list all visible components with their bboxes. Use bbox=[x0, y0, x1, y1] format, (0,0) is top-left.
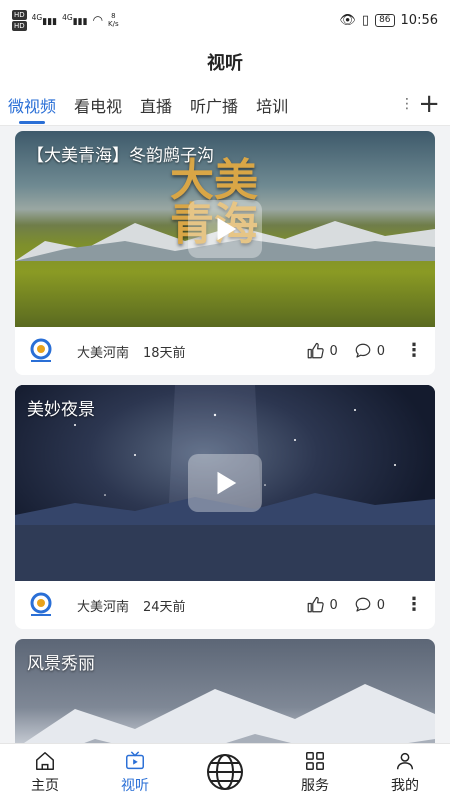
like-count: 0 bbox=[329, 343, 338, 359]
hd-label: HD bbox=[12, 9, 27, 20]
thumbs-up-icon bbox=[308, 342, 325, 359]
play-icon bbox=[217, 217, 237, 241]
grid-icon bbox=[306, 751, 324, 770]
signal-icon: 4G▮▮▮ bbox=[31, 13, 58, 27]
video-title: 美妙夜景 bbox=[27, 400, 95, 420]
video-title: 风景秀丽 bbox=[27, 654, 95, 674]
hd-indicator: HD HD bbox=[12, 9, 27, 31]
like-count: 0 bbox=[329, 597, 338, 613]
video-card[interactable]: 美妙夜景 大美河南 24天前 0 0 ⋮ bbox=[15, 385, 435, 629]
signal-label: 4G bbox=[31, 13, 43, 22]
channel-logo-icon bbox=[30, 592, 52, 616]
author-name[interactable]: 大美河南 bbox=[77, 342, 129, 361]
author-name[interactable]: 大美河南 bbox=[77, 596, 129, 615]
nav-video[interactable]: 视听 bbox=[90, 744, 180, 800]
page-title: 视听 bbox=[0, 40, 450, 84]
signal-icon: 4G▮▮▮ bbox=[62, 13, 88, 27]
nav-home[interactable]: 主页 bbox=[0, 744, 90, 800]
like-button[interactable]: 0 bbox=[306, 596, 338, 614]
nav-video-label: 视听 bbox=[121, 777, 149, 794]
video-meta: 大美河南 24天前 0 0 ⋮ bbox=[15, 581, 435, 629]
vibrate-icon: ▯ bbox=[361, 12, 370, 28]
speed-value: 8 bbox=[111, 12, 116, 20]
speed-unit: K/s bbox=[108, 20, 119, 28]
globe-icon bbox=[207, 754, 243, 790]
tab-micro-video[interactable]: 微视频 bbox=[8, 84, 56, 126]
network-speed: 8 K/s bbox=[108, 12, 119, 28]
more-options-icon[interactable]: ⋮ bbox=[405, 596, 423, 614]
comment-count: 0 bbox=[376, 597, 385, 613]
snow-mountain-graphic bbox=[24, 684, 435, 743]
play-button[interactable] bbox=[188, 200, 262, 258]
video-thumbnail[interactable]: 大美 青海 【大美青海】冬韵鹧子沟 bbox=[15, 131, 435, 327]
comment-button[interactable]: 0 bbox=[354, 596, 385, 614]
tab-radio[interactable]: 听广播 bbox=[190, 84, 238, 126]
nav-service[interactable]: 服务 bbox=[270, 744, 360, 800]
status-left: HD HD 4G▮▮▮ 4G▮▮▮ ◠ 8 K/s bbox=[12, 9, 119, 31]
video-icon bbox=[126, 750, 144, 769]
post-time: 18天前 bbox=[143, 345, 186, 361]
channel-tabs: 微视频 看电视 直播 听广播 培训 ⋮ + bbox=[0, 84, 450, 126]
thumbs-up-icon bbox=[308, 596, 325, 613]
video-thumbnail[interactable]: 美妙夜景 bbox=[15, 385, 435, 581]
comment-count: 0 bbox=[376, 343, 385, 359]
video-card[interactable]: 大美 青海 【大美青海】冬韵鹧子沟 大美河南 18天前 0 0 ⋮ bbox=[15, 131, 435, 375]
play-button[interactable] bbox=[188, 454, 262, 512]
clock: 10:56 bbox=[400, 12, 438, 28]
add-tab-icon[interactable]: + bbox=[418, 89, 440, 119]
video-meta: 大美河南 18天前 0 0 ⋮ bbox=[15, 327, 435, 375]
tab-live[interactable]: 直播 bbox=[140, 84, 172, 126]
video-actions: 0 0 ⋮ bbox=[296, 342, 423, 360]
like-button[interactable]: 0 bbox=[306, 342, 338, 360]
tab-watch-tv[interactable]: 看电视 bbox=[74, 84, 122, 126]
video-actions: 0 0 ⋮ bbox=[296, 596, 423, 614]
eye-icon: 👁 bbox=[339, 12, 356, 28]
comment-button[interactable]: 0 bbox=[354, 342, 385, 360]
comment-icon bbox=[355, 597, 371, 612]
person-icon bbox=[396, 752, 414, 769]
nav-home-label: 主页 bbox=[31, 777, 59, 794]
post-time: 24天前 bbox=[143, 599, 186, 615]
video-title: 【大美青海】冬韵鹧子沟 bbox=[27, 146, 214, 166]
video-card[interactable]: 风景秀丽 bbox=[15, 639, 435, 743]
play-icon bbox=[217, 471, 237, 495]
video-feed: 大美 青海 【大美青海】冬韵鹧子沟 大美河南 18天前 0 0 ⋮ 美妙夜景 大… bbox=[0, 127, 450, 743]
nav-globe[interactable] bbox=[180, 744, 270, 800]
comment-icon bbox=[355, 343, 371, 358]
more-options-icon[interactable]: ⋮ bbox=[405, 342, 423, 360]
wifi-icon: ◠ bbox=[92, 13, 104, 27]
tab-training[interactable]: 培训 bbox=[256, 84, 288, 126]
hd-label: HD bbox=[12, 20, 27, 31]
home-icon bbox=[36, 751, 54, 770]
more-tabs-icon[interactable]: ⋮ bbox=[400, 96, 414, 112]
battery-icon: 86 bbox=[375, 13, 395, 27]
nav-mine[interactable]: 我的 bbox=[360, 744, 450, 800]
signal-label: 4G bbox=[62, 13, 73, 22]
status-bar: HD HD 4G▮▮▮ 4G▮▮▮ ◠ 8 K/s 👁 ▯ 86 10:56 bbox=[0, 0, 450, 40]
nav-mine-label: 我的 bbox=[391, 777, 419, 794]
video-thumbnail[interactable]: 风景秀丽 bbox=[15, 639, 435, 743]
bottom-navigation: 主页 视听 服务 我的 bbox=[0, 743, 450, 800]
status-right: 👁 ▯ 86 10:56 bbox=[339, 13, 438, 28]
nav-service-label: 服务 bbox=[301, 777, 329, 794]
channel-logo-icon bbox=[30, 338, 52, 362]
